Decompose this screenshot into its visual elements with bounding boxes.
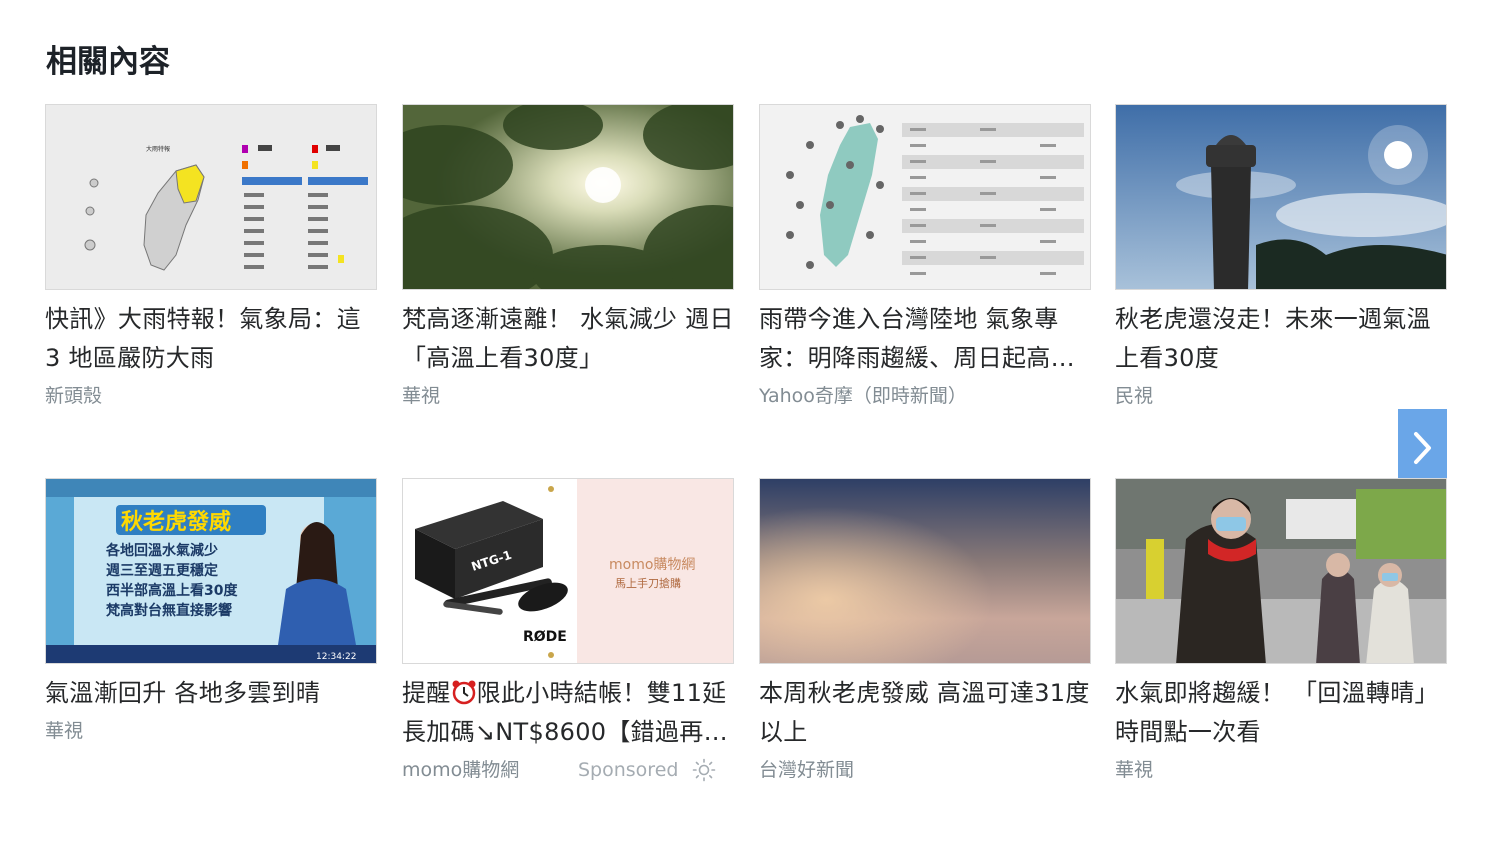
ad-maker-logo: RØDE: [523, 629, 567, 645]
card-headline[interactable]: 秋老虎還沒走！未來一週氣溫上看30度: [1115, 300, 1447, 378]
news-card[interactable]: 大雨特報 快訊》大雨特報！氣象局：這 3 地區嚴防大雨 新頭殼: [45, 104, 377, 410]
ad-brand: momo購物網: [609, 557, 695, 573]
thumbnail-forecast-map[interactable]: [759, 104, 1091, 290]
sun-info-icon[interactable]: [692, 758, 716, 782]
card-source: Yahoo奇摩（即時新聞）: [759, 385, 967, 407]
card-headline[interactable]: 雨帶今進入台灣陸地 氣象專家：明降雨趨緩、周日起高溫回升: [759, 300, 1091, 378]
news-card[interactable]: 梵高逐漸遠離！ 水氣減少 週日「高溫上看30度」 華視: [402, 104, 734, 410]
card-headline[interactable]: 快訊》大雨特報！氣象局：這 3 地區嚴防大雨: [45, 300, 377, 378]
sponsor-row: momo購物網 Sponsored: [402, 756, 734, 786]
broadcast-bullet: 西半部高溫上看30度: [106, 582, 238, 599]
broadcast-time: 12:34:22: [316, 652, 356, 662]
card-source: 民視: [1115, 385, 1154, 407]
card-source: momo購物網: [402, 759, 520, 781]
section-title: 相關內容: [46, 44, 170, 80]
card-source: 新頭殼: [45, 385, 103, 407]
news-card[interactable]: 秋老虎發威 各地回溫水氣減少 週三至週五更穩定 西半部高溫上看30度 梵高對台無…: [45, 478, 377, 745]
thumbnail-sky-tower[interactable]: [1115, 104, 1447, 290]
news-card[interactable]: 本周秋老虎發威 高溫可達31度以上 台灣好新聞: [759, 478, 1091, 784]
card-source: 台灣好新聞: [759, 759, 855, 781]
broadcast-title: 秋老虎發威: [121, 509, 231, 535]
thumbnail-weather-map[interactable]: 大雨特報: [45, 104, 377, 290]
news-card[interactable]: 雨帶今進入台灣陸地 氣象專家：明降雨趨緩、周日起高溫回升 Yahoo奇摩（即時新…: [759, 104, 1091, 410]
broadcast-bullet: 週三至週五更穩定: [106, 562, 218, 579]
broadcast-bullet: 各地回溫水氣減少: [105, 542, 218, 559]
card-headline[interactable]: 梵高逐漸遠離！ 水氣減少 週日「高溫上看30度」: [402, 300, 734, 378]
sponsored-card[interactable]: NTG-1 RØDE momo購物網 馬上手刀搶購 提醒 限此小時結帳！雙11延長…: [402, 478, 734, 786]
news-card[interactable]: 水氣即將趨緩！ 「回溫轉晴」時間點一次看 華視: [1115, 478, 1447, 784]
thumbnail-weather-broadcast[interactable]: 秋老虎發威 各地回溫水氣減少 週三至週五更穩定 西半部高溫上看30度 梵高對台無…: [45, 478, 377, 664]
card-headline[interactable]: 水氣即將趨緩！ 「回溫轉晴」時間點一次看: [1115, 674, 1447, 752]
card-source: 華視: [45, 720, 84, 742]
thumbnail-sun-trees[interactable]: [402, 104, 734, 290]
map-label: 大雨特報: [146, 145, 170, 153]
thumbnail-ad-product[interactable]: NTG-1 RØDE momo購物網 馬上手刀搶購: [402, 478, 734, 664]
sponsored-label: Sponsored: [578, 759, 679, 781]
card-source: 華視: [1115, 759, 1154, 781]
chevron-right-icon: [1413, 432, 1431, 464]
alarm-clock-icon: [452, 680, 476, 705]
headline-prefix: 提醒: [402, 679, 451, 707]
next-button[interactable]: [1398, 409, 1447, 487]
broadcast-bullet: 梵高對台無直接影響: [106, 602, 232, 619]
news-card[interactable]: 秋老虎還沒走！未來一週氣溫上看30度 民視: [1115, 104, 1447, 410]
ad-slogan: 馬上手刀搶購: [615, 576, 681, 590]
card-headline[interactable]: 本周秋老虎發威 高溫可達31度以上: [759, 674, 1091, 752]
card-headline[interactable]: 提醒限此小時結帳！雙11延長加碼↘NT$8600【錯過再等一年】: [402, 674, 734, 752]
card-source: 華視: [402, 385, 441, 407]
thumbnail-street-pedestrians[interactable]: [1115, 478, 1447, 664]
card-headline[interactable]: 氣溫漸回升 各地多雲到晴: [45, 674, 377, 713]
thumbnail-blurred-sky[interactable]: [759, 478, 1091, 664]
